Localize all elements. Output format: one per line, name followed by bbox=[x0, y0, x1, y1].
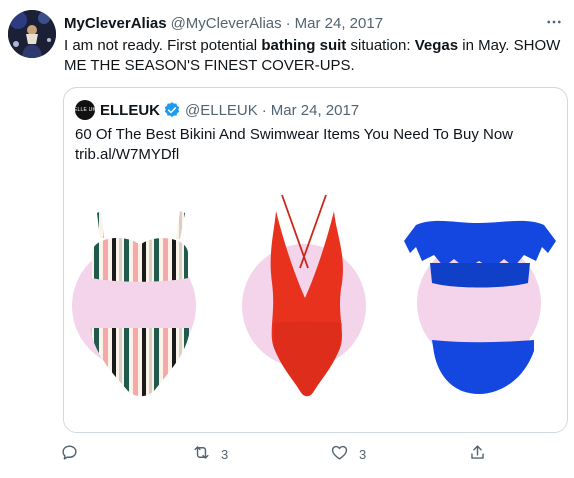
quoted-tweet-body: 60 Of The Best Bikini And Swimwear Items… bbox=[75, 126, 514, 143]
share-icon[interactable] bbox=[468, 443, 487, 465]
more-dots-icon[interactable] bbox=[542, 10, 566, 34]
separator-dot: · bbox=[285, 14, 291, 32]
quoted-tweet-header: ELLE UK ELLEUK @ELLEUK · Mar 24, 2017 bbox=[74, 99, 360, 121]
author-handle[interactable]: @MyCleverAlias bbox=[171, 15, 282, 32]
retweet-button[interactable]: 3 bbox=[192, 442, 228, 466]
quoted-tweet[interactable]: ELLE UK ELLEUK @ELLEUK · Mar 24, 2017 60… bbox=[63, 87, 568, 433]
quoted-tweet-text: 60 Of The Best Bikini And Swimwear Items… bbox=[75, 125, 555, 165]
quoted-author-handle: @ELLEUK bbox=[185, 101, 258, 119]
retweet-icon[interactable] bbox=[192, 443, 211, 465]
tweet[interactable]: MyCleverAlias @MyCleverAlias · Mar 24, 2… bbox=[0, 0, 574, 478]
quoted-tweet-link[interactable]: trib.al/W7MYDfl bbox=[75, 145, 555, 165]
reply-icon[interactable] bbox=[60, 443, 79, 465]
separator-dot: · bbox=[261, 101, 267, 119]
verified-badge-icon bbox=[163, 101, 181, 119]
tweet-text-part: situation: bbox=[346, 37, 415, 54]
quoted-author-avatar: ELLE UK bbox=[74, 100, 96, 120]
like-button[interactable]: 3 bbox=[330, 442, 366, 466]
author-name[interactable]: MyCleverAlias bbox=[64, 15, 167, 32]
tweet-date[interactable]: Mar 24, 2017 bbox=[295, 15, 383, 32]
avatar-logo-text: ELLE UK bbox=[74, 107, 96, 113]
retweet-count: 3 bbox=[221, 446, 229, 462]
tweet-header: MyCleverAlias @MyCleverAlias · Mar 24, 2… bbox=[64, 12, 564, 34]
swimwear-image[interactable] bbox=[64, 193, 567, 432]
tweet-text: I am not ready. First potential bathing … bbox=[64, 36, 564, 76]
quoted-author-name: ELLEUK bbox=[100, 101, 160, 119]
heart-icon[interactable] bbox=[330, 443, 349, 465]
red-swimsuit bbox=[270, 194, 343, 397]
like-count: 3 bbox=[359, 446, 367, 462]
reply-button[interactable] bbox=[60, 442, 89, 466]
tweet-text-part: I am not ready. First potential bbox=[64, 37, 262, 54]
bold-term: bathing suit bbox=[261, 37, 347, 54]
share-button[interactable] bbox=[468, 442, 497, 466]
author-avatar[interactable] bbox=[8, 10, 56, 58]
bold-term: Vegas bbox=[414, 37, 459, 54]
quoted-tweet-date: Mar 24, 2017 bbox=[270, 101, 360, 119]
tweet-actions: 3 3 bbox=[60, 442, 490, 466]
